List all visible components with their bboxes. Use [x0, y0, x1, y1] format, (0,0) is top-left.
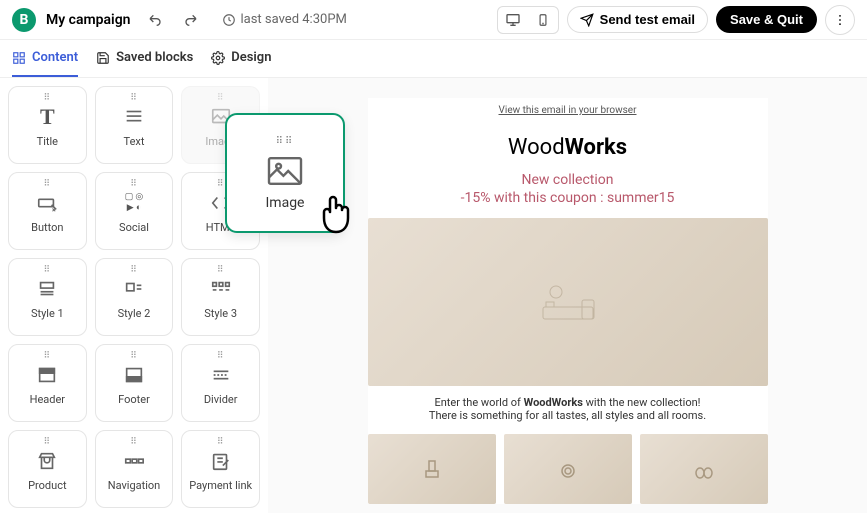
block-label: Social	[119, 221, 149, 234]
block-style1[interactable]: ⠿ Style 1	[8, 258, 87, 336]
social-icon: ▢ ◎▶ ◐	[125, 189, 144, 217]
app-logo[interactable]: B	[12, 8, 36, 32]
block-label: Style 2	[118, 307, 151, 320]
drag-handle-icon: ⠿	[217, 351, 225, 361]
product-thumb-3[interactable]	[640, 434, 768, 504]
block-label: Button	[31, 221, 63, 234]
drag-handle-icon: ⠿	[217, 93, 225, 103]
drag-handle-icon: ⠿	[44, 351, 52, 361]
block-label: Style 1	[31, 307, 64, 320]
block-label: Style 3	[204, 307, 237, 320]
divider-icon	[208, 361, 234, 389]
drag-handle-icon: ⠿	[130, 351, 138, 361]
drag-handle-icon: ⠿	[44, 179, 52, 189]
clock-icon	[222, 13, 236, 27]
block-label: Product	[28, 479, 66, 492]
mobile-preview-button[interactable]	[528, 7, 558, 33]
button-icon	[34, 189, 60, 217]
design-icon	[211, 51, 225, 65]
save-icon	[96, 51, 110, 65]
image-icon	[265, 155, 305, 187]
block-social[interactable]: ⠿▢ ◎▶ ◐ Social	[95, 172, 174, 250]
product-thumb-1[interactable]	[368, 434, 496, 504]
drag-handle-icon: ⠿	[217, 265, 225, 275]
view-in-browser-link[interactable]: View this email in your browser	[499, 105, 637, 116]
brand-title: WoodWorks	[368, 135, 768, 160]
block-label: Divider	[204, 393, 238, 406]
style2-icon	[121, 275, 147, 303]
style1-icon	[34, 275, 60, 303]
email-description: Enter the world of WoodWorks with the ne…	[368, 396, 768, 422]
block-label: Navigation	[108, 479, 161, 492]
drag-handle-icon: ⠿	[44, 93, 52, 103]
text-icon	[121, 103, 147, 131]
drag-handle-icon: ⠿	[44, 265, 52, 275]
block-footer[interactable]: ⠿ Footer	[95, 344, 174, 422]
product-thumb-2[interactable]	[504, 434, 632, 504]
drag-handle-icon: ⠿⠿	[276, 136, 295, 147]
block-product[interactable]: ⠿ Product	[8, 430, 87, 508]
header-icon	[34, 361, 60, 389]
drag-handle-icon: ⠿	[217, 179, 225, 189]
block-text[interactable]: ⠿ Text	[95, 86, 174, 164]
footer-icon	[121, 361, 147, 389]
payment-icon	[208, 447, 234, 475]
send-test-email-button[interactable]: Send test email	[567, 6, 708, 33]
block-button[interactable]: ⠿ Button	[8, 172, 87, 250]
drag-handle-icon: ⠿	[130, 437, 138, 447]
tab-content[interactable]: Content	[12, 40, 78, 77]
more-menu-button[interactable]	[825, 5, 855, 35]
drag-handle-icon: ⠿	[130, 93, 138, 103]
tab-design[interactable]: Design	[211, 40, 271, 77]
drag-handle-icon: ⠿	[44, 437, 52, 447]
block-payment[interactable]: ⠿ Payment link	[181, 430, 260, 508]
undo-button[interactable]	[142, 6, 170, 34]
email-preview: View this email in your browser WoodWork…	[368, 98, 768, 504]
block-title[interactable]: ⠿T Title	[8, 86, 87, 164]
dragging-block-label: Image	[266, 195, 305, 211]
drag-handle-icon: ⠿	[130, 179, 138, 189]
promo-text-2: -15% with this coupon : summer15	[368, 190, 768, 206]
send-icon	[580, 13, 594, 27]
block-label: Title	[37, 135, 58, 148]
product-icon	[34, 447, 60, 475]
email-canvas[interactable]: View this email in your browser WoodWork…	[268, 78, 867, 513]
cursor-icon	[312, 190, 360, 238]
block-label: Footer	[118, 393, 150, 406]
block-label: Header	[30, 393, 65, 406]
last-saved-label: last saved 4:30PM	[222, 12, 346, 27]
block-header[interactable]: ⠿ Header	[8, 344, 87, 422]
title-icon: T	[40, 103, 55, 131]
navigation-icon	[121, 447, 147, 475]
promo-text-1: New collection	[368, 172, 768, 188]
block-label: Text	[124, 135, 145, 148]
content-icon	[12, 51, 26, 65]
hero-image[interactable]	[368, 218, 768, 386]
desktop-preview-button[interactable]	[498, 7, 528, 33]
drag-handle-icon: ⠿	[130, 265, 138, 275]
block-label: Payment link	[189, 479, 252, 492]
campaign-title: My campaign	[46, 12, 130, 28]
block-divider[interactable]: ⠿ Divider	[181, 344, 260, 422]
style3-icon	[208, 275, 234, 303]
save-quit-button[interactable]: Save & Quit	[716, 6, 817, 33]
block-navigation[interactable]: ⠿ Navigation	[95, 430, 174, 508]
tab-saved-blocks[interactable]: Saved blocks	[96, 40, 193, 77]
block-style2[interactable]: ⠿ Style 2	[95, 258, 174, 336]
block-style3[interactable]: ⠿ Style 3	[181, 258, 260, 336]
redo-button[interactable]	[176, 6, 204, 34]
drag-handle-icon: ⠿	[217, 437, 225, 447]
